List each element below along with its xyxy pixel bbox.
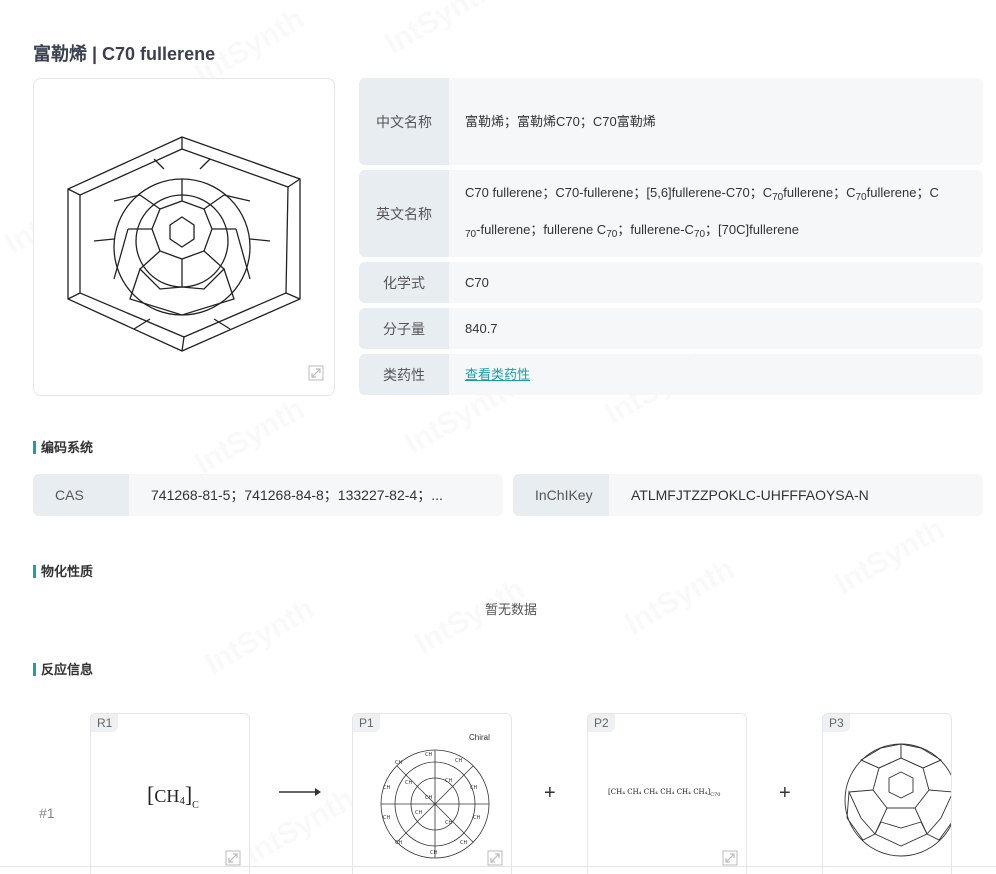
inchikey-box: InChIKey ATLMFJTZZPOKLC-UHFFFAOYSA-N (513, 474, 983, 516)
reaction-index: #1 (39, 805, 55, 821)
info-label: 化学式 (359, 262, 449, 303)
svg-text:CH: CH (405, 780, 412, 786)
cas-label: CAS (33, 474, 129, 516)
svg-text:CH: CH (425, 795, 432, 801)
svg-text:CH: CH (455, 758, 462, 764)
inchikey-label: InChIKey (513, 474, 609, 516)
info-label: 中文名称 (359, 78, 449, 165)
expand-icon[interactable] (487, 850, 503, 866)
c70-structure-image (67, 136, 301, 352)
watermark: IntSynth (379, 0, 500, 61)
svg-text:CH: CH (445, 778, 452, 784)
info-label: 分子量 (359, 308, 449, 349)
info-row-formula: 化学式 C70 (359, 262, 983, 303)
p1-structure-image: CH CH CH CH CH CH CH CH CH CH CH CH CH CH CH (380, 749, 490, 859)
product-tag: P2 (588, 714, 615, 732)
inchikey-value[interactable]: ATLMFJTZZPOKLC-UHFFFAOYSA-N (609, 474, 983, 516)
svg-text:CH: CH (460, 840, 467, 846)
info-row-druglike: 类药性 查看类药性 (359, 354, 983, 395)
info-row-mw: 分子量 840.7 (359, 308, 983, 349)
p2-formula: [CH₄ CH₄ CH₄ CH₄ CH₄ CH₄]C70 (608, 788, 721, 798)
svg-text:CH: CH (383, 785, 390, 791)
expand-icon[interactable] (225, 850, 241, 866)
plus-sign: + (544, 782, 556, 804)
arrow-right-icon (279, 788, 321, 796)
r1-formula: [CH4]C (147, 782, 199, 811)
svg-text:CH: CH (395, 760, 402, 766)
product-tag: P1 (353, 714, 380, 732)
info-row-cn-name: 中文名称 富勒烯；富勒烯C70；C70富勒烯 (359, 78, 983, 165)
physchem-empty: 暂无数据 (484, 602, 537, 617)
product-tag: P3 (823, 714, 850, 732)
druglike-link[interactable]: 查看类药性 (465, 359, 530, 391)
section-title-physchem: 物化性质 (33, 565, 93, 578)
product-card-p1[interactable]: P1 Chiral CH CH CH CH CH CH CH CH CH CH CH CH CH… (352, 713, 512, 874)
druglike-value: 查看类药性 (449, 354, 983, 395)
svg-text:CH: CH (425, 752, 432, 758)
page-title: 富勒烯 | C70 fullerene (33, 44, 216, 64)
en-name-line2: 70-fullerene；fullerene C70；fullerene-C70… (465, 221, 799, 240)
p3-structure-image (844, 743, 951, 857)
en-name-value: C70 fullerene；C70-fullerene；[5,6]fullere… (449, 170, 983, 257)
svg-text:CH: CH (445, 820, 452, 826)
reactant-card-r1[interactable]: R1 [CH4]C (90, 713, 250, 874)
cn-name-value: 富勒烯；富勒烯C70；C70富勒烯 (465, 113, 656, 129)
info-label: 类药性 (359, 354, 449, 395)
structure-card[interactable] (33, 78, 335, 396)
cas-box: CAS 741268-81-5；741268-84-8；133227-82-4；… (33, 474, 503, 516)
info-row-en-name: 英文名称 C70 fullerene；C70-fullerene；[5,6]fu… (359, 170, 983, 257)
reactant-tag: R1 (91, 714, 119, 732)
bottom-divider (0, 866, 996, 867)
mw-value: 840.7 (465, 320, 498, 336)
svg-text:CH: CH (430, 850, 437, 856)
en-name-line1: C70 fullerene；C70-fullerene；[5,6]fullere… (465, 184, 939, 203)
expand-icon[interactable] (722, 850, 738, 866)
product-card-p2[interactable]: P2 [CH₄ CH₄ CH₄ CH₄ CH₄ CH₄]C70 (587, 713, 747, 874)
chiral-label: Chiral (469, 733, 490, 742)
basic-info-table: 中文名称 富勒烯；富勒烯C70；C70富勒烯 英文名称 C70 fulleren… (359, 78, 983, 400)
product-card-p3[interactable]: P3 (822, 713, 952, 874)
svg-text:CH: CH (395, 840, 402, 846)
expand-icon[interactable] (308, 365, 324, 381)
svg-text:CH: CH (473, 815, 480, 821)
section-title-reaction: 反应信息 (33, 663, 93, 676)
watermark: IntSynth (829, 512, 950, 601)
cas-value[interactable]: 741268-81-5；741268-84-8；133227-82-4；... (129, 474, 503, 516)
info-label: 英文名称 (359, 170, 449, 257)
plus-sign: + (779, 782, 791, 804)
watermark: IntSynth (189, 392, 310, 481)
svg-text:CH: CH (470, 785, 477, 791)
section-title-encoding: 编码系统 (33, 441, 93, 454)
svg-text:CH: CH (415, 810, 422, 816)
watermark: IntSynth (619, 552, 740, 641)
formula-value: C70 (465, 274, 489, 290)
svg-text:CH: CH (383, 815, 390, 821)
